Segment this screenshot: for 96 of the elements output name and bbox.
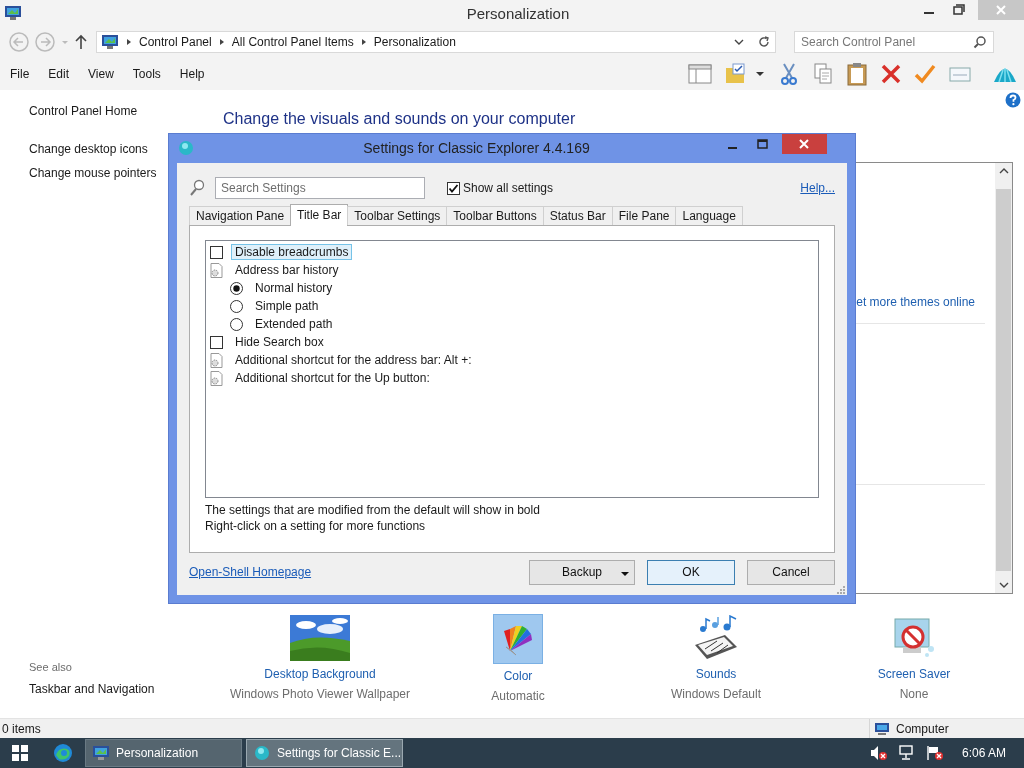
item-subtitle: Windows Default <box>670 687 761 701</box>
radio-button[interactable] <box>230 317 243 331</box>
up-arrow-icon[interactable] <box>74 34 88 50</box>
chevron-right-icon[interactable] <box>359 37 368 47</box>
checkbox-label[interactable]: Show all settings <box>463 181 554 195</box>
status-text: 0 items <box>2 721 41 736</box>
backup-button[interactable]: Backup <box>529 559 635 585</box>
search-icon <box>973 35 987 49</box>
taskbar-button[interactable]: Personalization <box>85 739 242 767</box>
chevron-right-icon[interactable] <box>125 37 133 47</box>
menu-item[interactable]: Help <box>179 67 205 81</box>
search-field[interactable]: Search Control Panel <box>794 31 994 53</box>
tab[interactable]: Toolbar Settings <box>347 206 448 225</box>
window-title: Personalization <box>465 4 571 22</box>
settings-file-icon <box>210 352 223 368</box>
sidebar-link[interactable]: Control Panel Home <box>29 104 200 118</box>
themes-link[interactable]: et more themes online <box>856 295 975 309</box>
browser-icon[interactable] <box>53 743 73 763</box>
shell-icon <box>177 139 195 157</box>
icon-highlight[interactable] <box>493 614 543 664</box>
taskbar-label[interactable]: Personalization <box>116 746 199 760</box>
menu-item[interactable]: File <box>10 67 30 81</box>
scrollbar-thumb[interactable] <box>996 189 1011 571</box>
status-location: Computer <box>896 721 949 736</box>
page-heading: Change the visuals and sounds on your computer <box>223 110 577 128</box>
see-also-heading: See also <box>29 661 73 673</box>
item-subtitle: None <box>899 687 929 701</box>
scissors-icon[interactable] <box>778 62 800 86</box>
dialog-title: Settings for Classic Explorer 4.4.169 <box>362 140 591 156</box>
ok-button[interactable]: OK <box>647 559 735 585</box>
checkbox[interactable] <box>210 245 223 259</box>
cancel-button[interactable]: Cancel <box>747 559 835 585</box>
flag-icon[interactable] <box>925 745 944 761</box>
checkbox[interactable] <box>447 181 460 195</box>
hint-text: Right-click on a setting for more functions <box>205 519 427 533</box>
item-subtitle: Automatic <box>491 689 545 703</box>
clipboard-icon[interactable] <box>846 62 868 86</box>
setting-label[interactable]: Extended path <box>251 316 337 332</box>
close-icon[interactable] <box>782 134 827 154</box>
help-icon[interactable] <box>1005 92 1021 108</box>
control-panel-icon <box>92 745 110 761</box>
setting-label[interactable]: Hide Search box <box>231 334 328 350</box>
clock[interactable]: 6:06 AM <box>961 746 1006 760</box>
resize-grip-icon[interactable] <box>837 586 845 594</box>
control-panel-icon <box>101 34 119 50</box>
start-icon[interactable] <box>12 745 28 761</box>
chevron-up-icon[interactable] <box>998 167 1009 175</box>
settings-file-icon <box>210 262 223 278</box>
muted-speaker-icon[interactable] <box>869 745 888 761</box>
search-icon <box>189 179 205 197</box>
homepage-link[interactable]: Open-Shell Homepage <box>189 565 312 579</box>
item-link[interactable]: Screen Saver <box>877 667 951 681</box>
tab[interactable]: Title Bar <box>290 204 349 226</box>
search-field[interactable]: Search Settings <box>215 177 425 199</box>
caret-icon <box>620 569 630 578</box>
tab[interactable]: Language <box>675 206 743 225</box>
tab[interactable]: Navigation Pane <box>189 206 292 225</box>
setting-label[interactable]: Disable breadcrumbs <box>231 244 353 260</box>
checkbox[interactable] <box>210 335 223 349</box>
refresh-icon[interactable] <box>757 35 771 49</box>
radio-button[interactable] <box>230 281 243 295</box>
setting-label[interactable]: Additional shortcut for the address bar: Alt +: <box>231 352 476 368</box>
item-link[interactable]: Sounds <box>695 667 737 681</box>
breadcrumb[interactable]: All Control Panel Items <box>231 35 354 49</box>
breadcrumb[interactable]: Control Panel <box>139 35 212 49</box>
settings-file-icon <box>210 370 223 386</box>
shell-icon <box>253 744 271 762</box>
layout-icon[interactable] <box>688 63 712 85</box>
delete-icon[interactable] <box>880 63 902 85</box>
menu-item[interactable]: View <box>88 67 114 81</box>
taskbar-button[interactable]: Settings for Classic E... <box>246 739 403 767</box>
radio-button[interactable] <box>230 299 243 313</box>
taskbar-label[interactable]: Settings for Classic E... <box>277 746 402 760</box>
chevron-down-icon[interactable] <box>998 581 1009 589</box>
item-link[interactable]: Color <box>503 669 533 683</box>
setting-label[interactable]: Additional shortcut for the Up button: <box>231 370 434 386</box>
network-icon[interactable] <box>897 745 916 761</box>
setting-label[interactable]: Address bar history <box>231 262 343 278</box>
hint-text: The settings that are modified from the default will show in bold <box>205 503 541 517</box>
breadcrumb[interactable]: Personalization <box>373 35 456 49</box>
control-panel-icon <box>4 5 22 21</box>
computer-icon <box>874 721 890 736</box>
setting-label[interactable]: Simple path <box>251 298 323 314</box>
item-subtitle: Windows Photo Viewer Wallpaper <box>229 687 411 701</box>
menu-item[interactable]: Edit <box>48 67 70 81</box>
see-also-link[interactable]: Taskbar and Navigation <box>29 682 200 696</box>
item-link[interactable]: Desktop Background <box>264 667 376 681</box>
address-bar[interactable]: Control Panel All Control Panel Items Personalization <box>96 31 776 53</box>
chevron-right-icon[interactable] <box>217 37 226 47</box>
caret-icon[interactable] <box>754 69 766 79</box>
scrollbar[interactable] <box>995 163 1012 593</box>
menu-item[interactable]: Tools <box>132 67 161 81</box>
setting-label[interactable]: Normal history <box>251 280 337 296</box>
check-icon[interactable] <box>914 63 936 85</box>
help-link[interactable]: Help... <box>800 181 835 195</box>
chevron-down-icon[interactable] <box>733 37 745 47</box>
